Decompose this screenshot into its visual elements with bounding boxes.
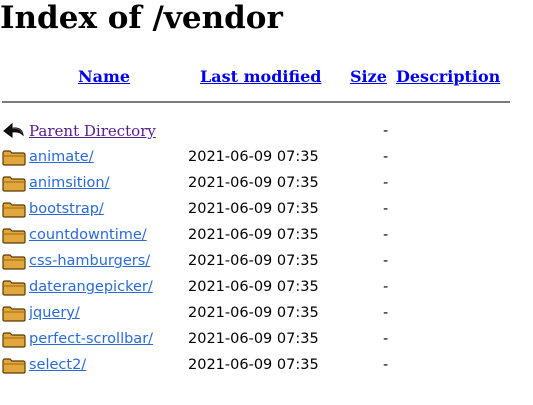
size-cell: - bbox=[383, 149, 389, 165]
folder-icon bbox=[1, 251, 27, 271]
page-title: Index of /vendor bbox=[0, 0, 283, 36]
last-modified-cell: 2021-06-09 07:35 bbox=[188, 149, 319, 165]
table-row: jquery/2021-06-09 07:35 - bbox=[0, 300, 533, 326]
size-cell: - bbox=[383, 253, 389, 269]
last-modified-cell: 2021-06-09 07:35 bbox=[188, 357, 319, 373]
parent-directory-link[interactable]: Parent Directory bbox=[29, 121, 156, 141]
size-cell: - bbox=[383, 175, 389, 191]
last-modified-cell: 2021-06-09 07:35 bbox=[188, 331, 319, 347]
table-row: animate/2021-06-09 07:35 - bbox=[0, 144, 533, 170]
last-modified-cell: 2021-06-09 07:35 bbox=[188, 253, 319, 269]
folder-icon bbox=[1, 173, 27, 193]
size-cell: - bbox=[383, 201, 389, 217]
last-modified-cell: 2021-06-09 07:35 bbox=[188, 227, 319, 243]
folder-icon bbox=[1, 277, 27, 297]
table-row: css-hamburgers/2021-06-09 07:35 - bbox=[0, 248, 533, 274]
folder-icon bbox=[1, 355, 27, 375]
folder-icon bbox=[1, 329, 27, 349]
directory-link[interactable]: animsition/ bbox=[29, 173, 109, 193]
directory-link[interactable]: perfect-scrollbar/ bbox=[29, 329, 153, 349]
table-row: select2/2021-06-09 07:35 - bbox=[0, 352, 533, 378]
table-row: animsition/2021-06-09 07:35 - bbox=[0, 170, 533, 196]
size-cell: - bbox=[383, 357, 389, 373]
table-row: bootstrap/2021-06-09 07:35 - bbox=[0, 196, 533, 222]
folder-icon bbox=[1, 225, 27, 245]
directory-link[interactable]: css-hamburgers/ bbox=[29, 251, 150, 271]
size-cell: - bbox=[383, 227, 389, 243]
folder-icon bbox=[1, 303, 27, 323]
folder-icon bbox=[1, 147, 27, 167]
last-modified-cell: 2021-06-09 07:35 bbox=[188, 175, 319, 191]
back-arrow-icon bbox=[1, 121, 27, 141]
column-header-size[interactable]: Size bbox=[350, 66, 387, 88]
size-cell: - bbox=[383, 331, 389, 347]
size-cell: - bbox=[383, 123, 389, 139]
folder-icon bbox=[1, 199, 27, 219]
directory-link[interactable]: select2/ bbox=[29, 355, 86, 375]
column-header-description[interactable]: Description bbox=[396, 66, 500, 88]
table-row: countdowntime/2021-06-09 07:35 - bbox=[0, 222, 533, 248]
table-row: perfect-scrollbar/2021-06-09 07:35 - bbox=[0, 326, 533, 352]
last-modified-cell: 2021-06-09 07:35 bbox=[188, 201, 319, 217]
parent-directory-row: Parent Directory - bbox=[0, 118, 533, 144]
size-cell: - bbox=[383, 279, 389, 295]
column-header-name[interactable]: Name bbox=[78, 66, 130, 88]
last-modified-cell: 2021-06-09 07:35 bbox=[188, 279, 319, 295]
directory-link[interactable]: daterangepicker/ bbox=[29, 277, 153, 297]
header-divider bbox=[2, 101, 510, 103]
last-modified-cell: 2021-06-09 07:35 bbox=[188, 305, 319, 321]
table-row: daterangepicker/2021-06-09 07:35 - bbox=[0, 274, 533, 300]
directory-link[interactable]: countdowntime/ bbox=[29, 225, 147, 245]
directory-link[interactable]: animate/ bbox=[29, 147, 94, 167]
size-cell: - bbox=[383, 305, 389, 321]
directory-link[interactable]: jquery/ bbox=[29, 303, 80, 323]
column-header-last-modified[interactable]: Last modified bbox=[200, 66, 321, 88]
directory-link[interactable]: bootstrap/ bbox=[29, 199, 104, 219]
